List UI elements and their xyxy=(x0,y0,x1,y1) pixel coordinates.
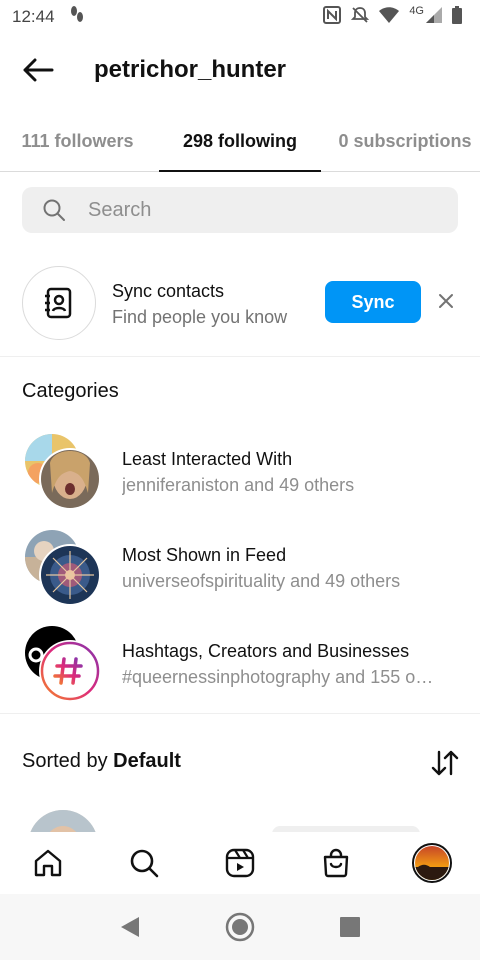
tab-subscriptions[interactable]: 0 subscriptions xyxy=(330,112,480,171)
status-bar: 12:44 4G xyxy=(0,0,480,34)
nav-profile[interactable] xyxy=(408,839,456,887)
home-circle-icon[interactable] xyxy=(225,912,255,942)
contact-book-icon xyxy=(45,287,72,319)
bottom-nav xyxy=(0,832,480,894)
nfc-icon xyxy=(323,5,342,29)
sync-contacts-card: Sync contacts Find people you know Sync xyxy=(0,264,480,357)
battery-icon xyxy=(452,5,462,29)
recents-square-icon[interactable] xyxy=(339,916,361,938)
profile-avatar xyxy=(412,843,452,883)
sync-title: Sync contacts xyxy=(112,281,225,301)
status-time: 12:44 xyxy=(12,7,55,26)
system-nav-bar xyxy=(0,894,480,960)
reels-icon xyxy=(225,848,255,878)
category-hashtags-creators[interactable]: Hashtags, Creators and Businesses #queer… xyxy=(0,625,480,705)
sync-button[interactable]: Sync xyxy=(325,281,421,323)
search-bar[interactable] xyxy=(22,187,458,233)
back-triangle-icon[interactable] xyxy=(119,915,141,939)
nav-home[interactable] xyxy=(24,839,72,887)
category-most-shown[interactable]: Most Shown in Feed universeofspiritualit… xyxy=(0,529,480,609)
page-title: petrichor_hunter xyxy=(94,56,287,83)
nav-shop[interactable] xyxy=(312,839,360,887)
header: petrichor_hunter xyxy=(0,44,480,96)
category-least-interacted[interactable]: Least Interacted With jenniferaniston an… xyxy=(0,433,480,513)
tab-followers[interactable]: 111 followers xyxy=(0,112,155,171)
sort-label: Sorted by Default xyxy=(22,750,181,773)
back-button[interactable] xyxy=(18,50,58,90)
category-avatar-stack xyxy=(25,626,101,702)
shop-icon xyxy=(323,848,349,878)
search-icon xyxy=(43,199,65,221)
close-icon[interactable] xyxy=(436,291,456,311)
category-name: Least Interacted With xyxy=(122,449,293,469)
signal-icon xyxy=(426,6,442,28)
sync-subtitle: Find people you know xyxy=(112,307,288,327)
category-avatar-stack xyxy=(25,530,101,606)
category-name: Hashtags, Creators and Businesses xyxy=(122,641,410,661)
category-subtitle: universeofspirituality and 49 others xyxy=(122,571,401,591)
home-icon xyxy=(34,849,62,877)
section-divider xyxy=(0,713,480,714)
nav-search[interactable] xyxy=(120,839,168,887)
arrow-left-icon xyxy=(23,58,54,82)
nav-reels[interactable] xyxy=(216,839,264,887)
network-label: 4G xyxy=(409,5,424,17)
category-avatar-stack xyxy=(25,434,101,510)
sort-value: Default xyxy=(113,750,181,772)
sort-prefix: Sorted by xyxy=(22,750,108,772)
mute-icon xyxy=(351,6,370,29)
wifi-icon xyxy=(379,6,400,28)
tab-bar: 111 followers 298 following 0 subscripti… xyxy=(0,112,480,172)
tab-following[interactable]: 298 following xyxy=(159,112,321,172)
category-name: Most Shown in Feed xyxy=(122,545,287,565)
footprints-icon xyxy=(69,5,85,30)
category-subtitle: #queernessinphotography and 155 o… xyxy=(122,667,434,687)
category-subtitle: jenniferaniston and 49 others xyxy=(122,475,355,495)
search-icon xyxy=(130,849,159,878)
categories-heading: Categories xyxy=(22,380,119,402)
search-input[interactable] xyxy=(86,197,430,223)
contacts-avatar xyxy=(22,266,96,340)
sort-arrows-icon[interactable] xyxy=(430,748,460,778)
